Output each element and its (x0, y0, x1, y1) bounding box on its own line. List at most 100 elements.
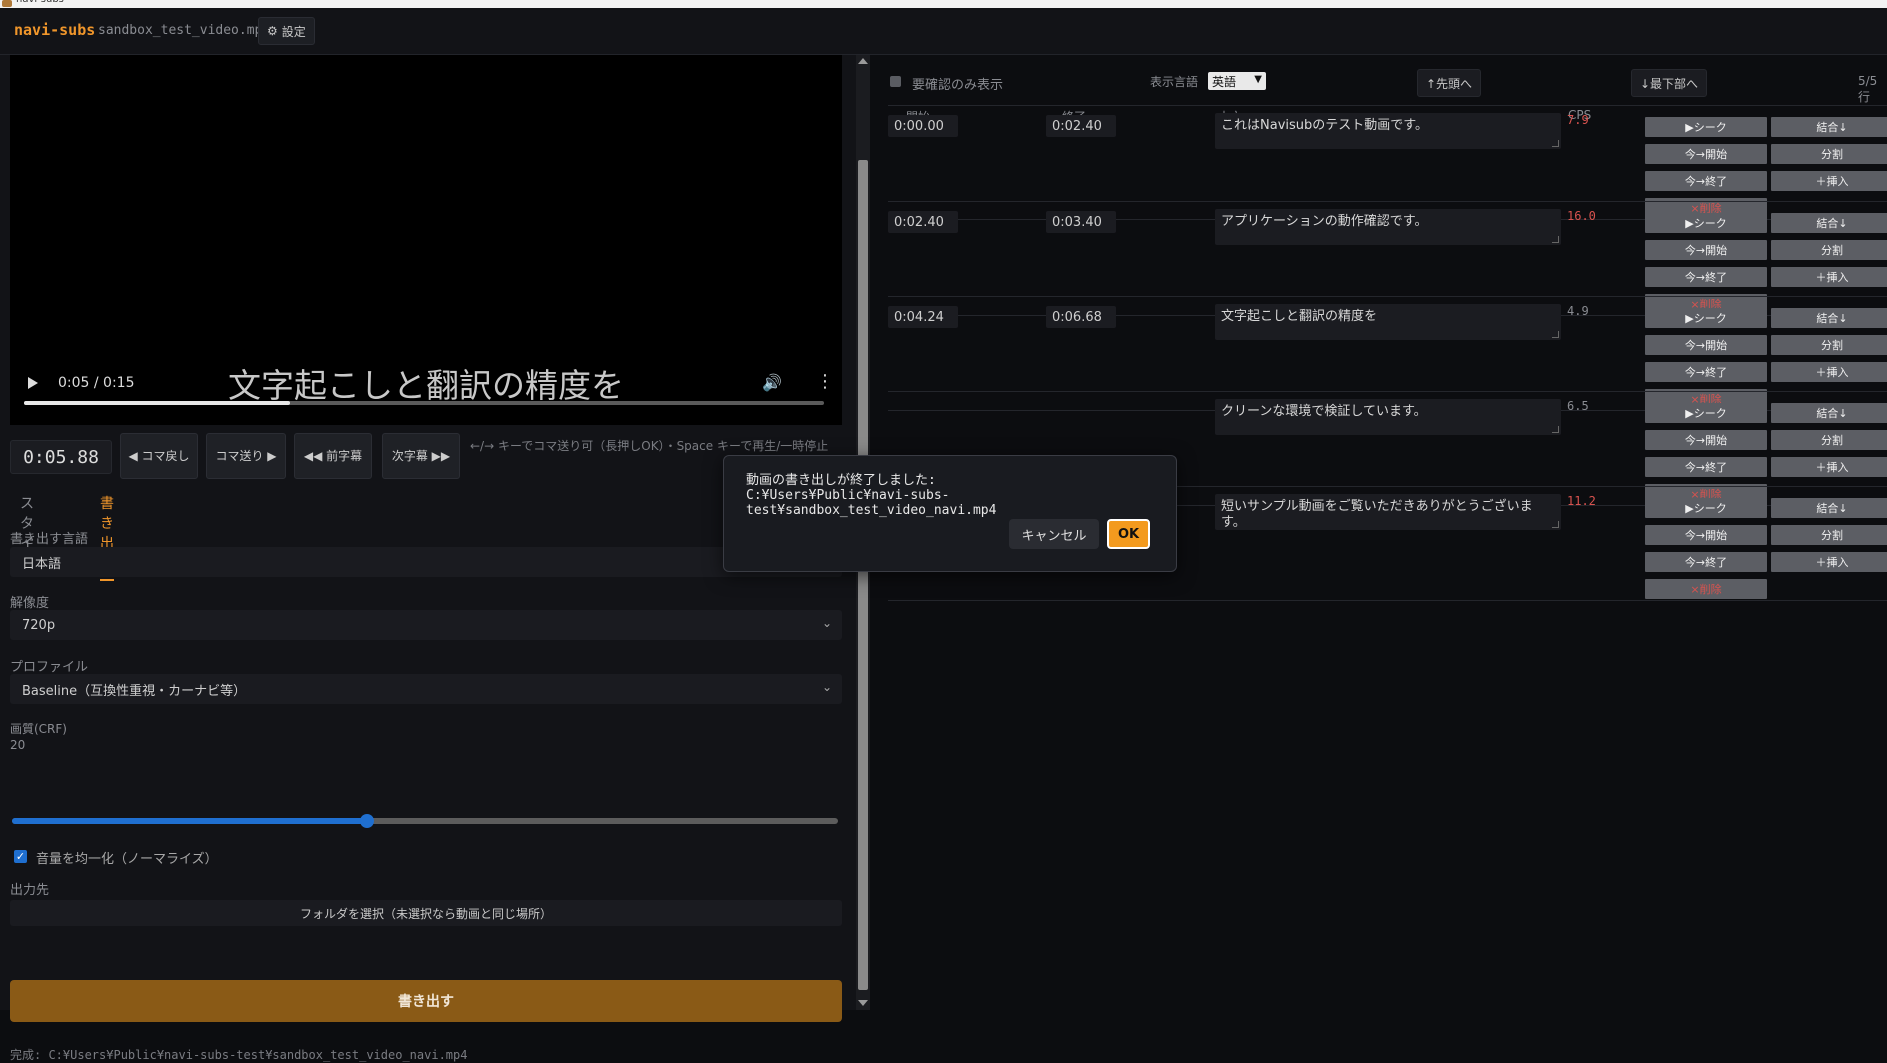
display-language-value: 英語 (1212, 74, 1237, 89)
app-brand: navi-subs (14, 21, 96, 39)
goto-top-button[interactable]: ↑先頭へ (1417, 69, 1481, 97)
now-start-button[interactable]: 今→開始 (1645, 430, 1767, 450)
video-player[interactable]: 文字起こしと翻訳の精度を 0:05 / 0:15 🔊 ⋮ (10, 55, 842, 425)
cps-value: 7.9 (1567, 113, 1589, 127)
split-button[interactable]: 分割 (1771, 525, 1887, 545)
end-time-input[interactable]: 0:06.68 (1046, 306, 1116, 328)
window-controls[interactable]: — (1837, 0, 1847, 5)
subtitle-text: クリーンな環境で検証しています。 (1221, 404, 1427, 419)
scrollbar-thumb[interactable] (858, 160, 868, 990)
scroll-down-icon[interactable] (858, 1000, 868, 1006)
now-end-button[interactable]: 今→終了 (1645, 171, 1767, 191)
end-time-input[interactable]: 0:03.40 (1046, 211, 1116, 233)
now-start-button[interactable]: 今→開始 (1645, 525, 1767, 545)
insert-button[interactable]: ＋挿入 (1771, 362, 1887, 382)
end-time-input[interactable]: 0:02.40 (1046, 115, 1116, 137)
settings-button[interactable]: ⚙ 設定 (258, 17, 315, 45)
insert-button[interactable]: ＋挿入 (1771, 552, 1887, 572)
resize-grip-icon[interactable] (1552, 521, 1559, 528)
video-controls: 0:05 / 0:15 🔊 ⋮ (10, 365, 842, 425)
settings-label: 設定 (281, 24, 306, 39)
export-status: 完成: C:¥Users¥Public¥navi-subs-test¥sandb… (10, 1048, 468, 1062)
quality-slider-knob[interactable] (360, 814, 375, 828)
select-folder-button[interactable]: フォルダを選択（未選択なら動画と同じ場所） (10, 900, 842, 926)
insert-button[interactable]: ＋挿入 (1771, 267, 1887, 287)
start-time-input[interactable]: 0:02.40 (888, 211, 958, 233)
merge-button[interactable]: 結合↓ (1771, 403, 1887, 423)
scroll-up-icon[interactable] (858, 58, 868, 64)
start-time-input[interactable]: 0:04.24 (888, 306, 958, 328)
subtitle-text-input[interactable]: 短いサンプル動画をご覧いただきありがとうございます。 (1215, 494, 1561, 530)
seek-button[interactable]: ▶シーク (1645, 213, 1767, 233)
display-language-label: 表示言語 (1150, 75, 1199, 89)
seek-button[interactable]: ▶シーク (1645, 117, 1767, 137)
merge-button[interactable]: 結合↓ (1771, 117, 1887, 137)
split-button[interactable]: 分割 (1771, 240, 1887, 260)
prev-frame-button[interactable]: ◀ コマ戻し (120, 433, 198, 479)
export-language-label: 書き出す言語 (10, 532, 89, 547)
now-end-button[interactable]: 今→終了 (1645, 457, 1767, 477)
merge-button[interactable]: 結合↓ (1771, 213, 1887, 233)
profile-select[interactable]: Baseline（互換性重視・カーナビ等） ⌄ (10, 674, 842, 704)
export-button[interactable]: 書き出す (10, 980, 842, 1022)
review-only-checkbox[interactable] (890, 76, 901, 87)
insert-button[interactable]: ＋挿入 (1771, 457, 1887, 477)
resolution-select[interactable]: 720p ⌄ (10, 610, 842, 640)
dialog-message-line2: C:¥Users¥Public¥navi-subs-test¥sandbox_t… (746, 488, 997, 518)
more-options-icon[interactable]: ⋮ (816, 371, 834, 392)
cps-value: 11.2 (1567, 494, 1596, 508)
now-start-button[interactable]: 今→開始 (1645, 335, 1767, 355)
export-language-select[interactable]: 日本語 (10, 547, 842, 577)
resize-grip-icon[interactable] (1552, 140, 1559, 147)
quality-slider[interactable] (12, 814, 838, 828)
seek-button[interactable]: ▶シーク (1645, 498, 1767, 518)
quality-label: 画質(CRF) (10, 722, 67, 736)
start-time-input[interactable]: 0:00.00 (888, 115, 958, 137)
split-button[interactable]: 分割 (1771, 335, 1887, 355)
prev-subtitle-button[interactable]: ◀◀ 前字幕 (294, 433, 372, 479)
subtitle-text-input[interactable]: 文字起こしと翻訳の精度を (1215, 304, 1561, 340)
row-divider (888, 105, 1887, 106)
play-icon[interactable] (28, 377, 38, 389)
now-start-button[interactable]: 今→開始 (1645, 144, 1767, 164)
resolution-label: 解像度 (10, 596, 50, 611)
cps-value: 6.5 (1567, 399, 1589, 413)
resize-grip-icon[interactable] (1552, 426, 1559, 433)
video-progress-bar[interactable] (24, 401, 824, 405)
video-time: 0:05 / 0:15 (58, 375, 135, 391)
app-icon (2, 0, 12, 7)
now-end-button[interactable]: 今→終了 (1645, 362, 1767, 382)
resize-grip-icon[interactable] (1552, 236, 1559, 243)
row-count: 5/5行 (1858, 74, 1878, 104)
profile-label: プロファイル (10, 660, 89, 675)
subtitle-text-input[interactable]: これはNavisubのテスト動画です。 (1215, 113, 1561, 149)
normalize-checkbox[interactable]: ✓ (14, 850, 27, 863)
quality-slider-fill (12, 818, 368, 824)
display-language-select[interactable]: 英語 ▼ (1208, 72, 1266, 90)
merge-button[interactable]: 結合↓ (1771, 498, 1887, 518)
goto-bottom-button[interactable]: ↓最下部へ (1631, 69, 1707, 97)
current-file-name: sandbox_test_video.mp4 (98, 23, 271, 38)
delete-button[interactable]: ×削除 (1645, 579, 1767, 599)
next-frame-button[interactable]: コマ送り ▶ (206, 433, 286, 479)
resize-grip-icon[interactable] (1552, 331, 1559, 338)
now-end-button[interactable]: 今→終了 (1645, 552, 1767, 572)
dialog-cancel-button[interactable]: キャンセル (1009, 519, 1099, 549)
window-title: navi-subs (16, 0, 64, 5)
seek-button[interactable]: ▶シーク (1645, 403, 1767, 423)
keyboard-hint: ←/→ キーでコマ送り可（長押しOK）・Space キーで再生/一時停止 (470, 439, 829, 453)
merge-button[interactable]: 結合↓ (1771, 308, 1887, 328)
volume-icon[interactable]: 🔊 (762, 373, 782, 392)
subtitle-text-input[interactable]: アプリケーションの動作確認です。 (1215, 209, 1561, 245)
cps-value: 4.9 (1567, 304, 1589, 318)
dialog-ok-button[interactable]: OK (1107, 519, 1150, 549)
output-label: 出力先 (10, 883, 50, 898)
insert-button[interactable]: ＋挿入 (1771, 171, 1887, 191)
now-start-button[interactable]: 今→開始 (1645, 240, 1767, 260)
now-end-button[interactable]: 今→終了 (1645, 267, 1767, 287)
split-button[interactable]: 分割 (1771, 430, 1887, 450)
seek-button[interactable]: ▶シーク (1645, 308, 1767, 328)
next-subtitle-button[interactable]: 次字幕 ▶▶ (382, 433, 460, 479)
split-button[interactable]: 分割 (1771, 144, 1887, 164)
subtitle-text-input[interactable]: クリーンな環境で検証しています。 (1215, 399, 1561, 435)
